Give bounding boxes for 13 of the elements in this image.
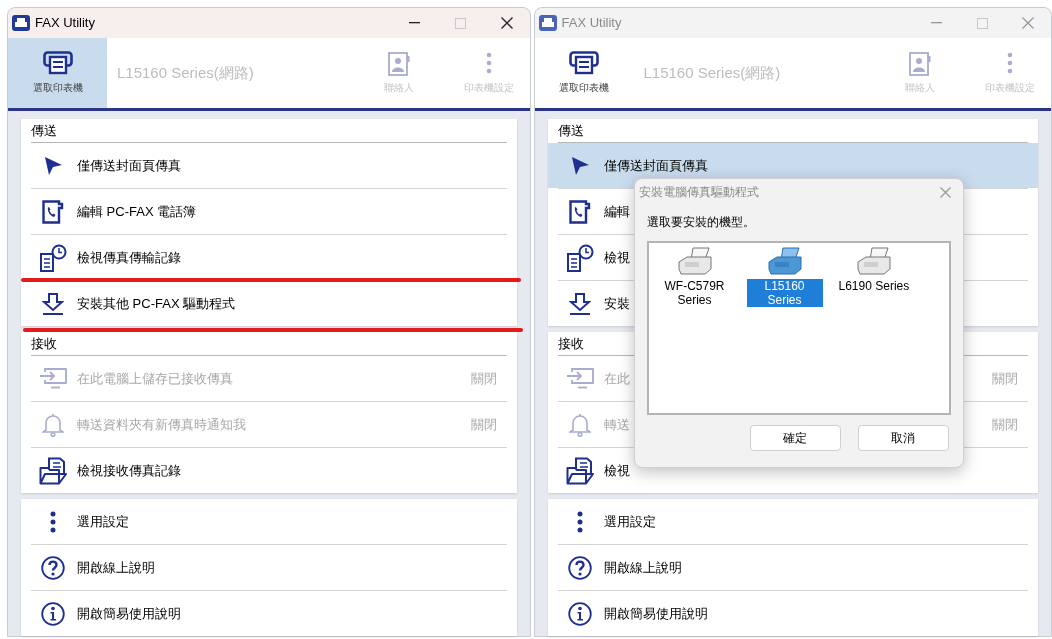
section-heading: 傳送 bbox=[557, 121, 584, 140]
status-text: 關閉 bbox=[992, 369, 1018, 388]
status-text: 關閉 bbox=[992, 415, 1018, 434]
status-text: 關閉 bbox=[470, 415, 497, 434]
section-heading: 傳送 bbox=[31, 121, 57, 140]
printer-name: L15160 Series(網路) bbox=[117, 62, 254, 83]
window-title: FAX Utility bbox=[561, 14, 622, 33]
section-heading: 接收 bbox=[31, 334, 57, 353]
printer-name: L15160 Series(網路) bbox=[643, 62, 781, 83]
dialog-prompt: 選取要安裝的機型。 bbox=[646, 214, 756, 231]
section-heading: 接收 bbox=[557, 334, 584, 353]
status-text: 關閉 bbox=[470, 369, 497, 388]
window-title: FAX Utility bbox=[35, 14, 95, 33]
